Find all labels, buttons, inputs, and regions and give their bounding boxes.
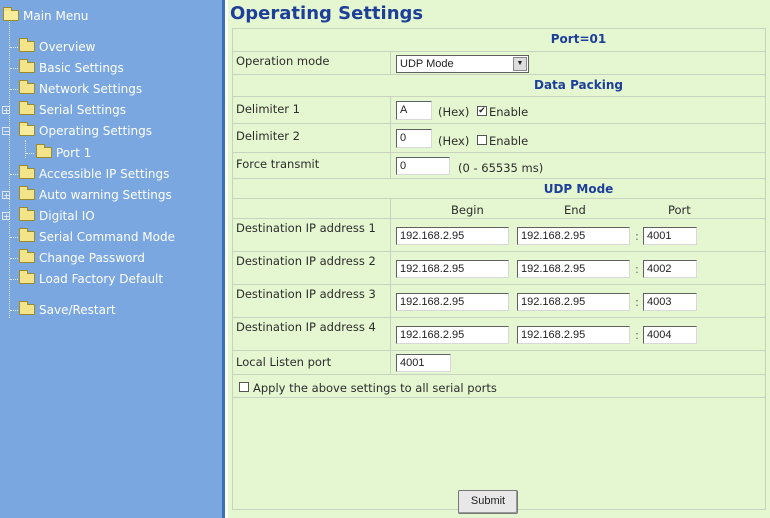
delimiter2-row: Delimiter 2 0 (Hex) Enable — [233, 123, 765, 152]
destination-label: Destination IP address 2 — [233, 252, 391, 284]
separator: : — [635, 229, 639, 243]
folder-icon — [36, 144, 52, 158]
folder-icon — [19, 186, 35, 200]
destination-end-input[interactable]: 192.168.2.95 — [517, 227, 630, 245]
local-listen-input[interactable]: 4001 — [396, 354, 451, 372]
expand-plus-icon[interactable]: + — [2, 212, 10, 221]
destination-port-input[interactable]: 4004 — [643, 326, 697, 344]
force-transmit-row: Force transmit 0 (0 - 65535 ms) — [233, 152, 765, 178]
expand-plus-icon[interactable]: + — [2, 191, 10, 200]
folder-open-icon — [19, 122, 35, 136]
folder-icon — [19, 249, 35, 263]
delimiter2-enable-label: Enable — [489, 134, 529, 148]
sidebar-item-digital-io[interactable]: Digital IO — [19, 206, 95, 226]
operation-mode-label: Operation mode — [233, 52, 391, 74]
submit-button[interactable]: Submit — [458, 490, 518, 514]
folder-icon — [19, 59, 35, 73]
settings-form: Port=01 Operation mode UDP Mode ▼ Data P… — [232, 28, 766, 510]
sidebar-item-overview[interactable]: Overview — [19, 37, 96, 57]
folder-icon — [19, 270, 35, 284]
local-listen-row: Local Listen port 4001 — [233, 350, 765, 374]
destination-label: Destination IP address 3 — [233, 285, 391, 317]
destination-begin-input[interactable]: 192.168.2.95 — [396, 227, 509, 245]
folder-icon — [19, 38, 35, 52]
local-listen-label: Local Listen port — [233, 351, 391, 374]
destination-begin-input[interactable]: 192.168.2.95 — [396, 293, 509, 311]
force-transmit-range: (0 - 65535 ms) — [458, 161, 544, 175]
destination-row-3: Destination IP address 3 192.168.2.95 19… — [233, 284, 765, 317]
udp-column-headers: Begin End Port — [233, 198, 765, 218]
delimiter1-input[interactable]: A — [396, 101, 432, 120]
operation-mode-row: Operation mode UDP Mode ▼ — [233, 51, 765, 74]
sidebar-item-port-1[interactable]: Port 1 — [36, 143, 91, 163]
sidebar-main-menu[interactable]: Main Menu — [3, 6, 88, 26]
page-title: Operating Settings — [230, 3, 424, 24]
sidebar-item-auto-warning-settings[interactable]: Auto warning Settings — [19, 185, 172, 205]
sidebar-item-network-settings[interactable]: Network Settings — [19, 79, 142, 99]
apply-all-row: Apply the above settings to all serial p… — [233, 374, 765, 398]
col-begin: Begin — [451, 203, 484, 217]
col-port: Port — [668, 203, 691, 217]
udp-mode-header: UDP Mode — [233, 178, 765, 198]
operation-mode-select[interactable]: UDP Mode ▼ — [396, 55, 529, 73]
destination-end-input[interactable]: 192.168.2.95 — [517, 293, 630, 311]
sidebar-menu: Main Menu Overview Basic Settings Networ… — [0, 0, 225, 518]
main-content: Operating Settings Port=01 Operation mod… — [228, 0, 770, 518]
folder-icon — [19, 228, 35, 242]
separator: : — [635, 262, 639, 276]
destination-label: Destination IP address 4 — [233, 318, 391, 350]
sidebar-item-operating-settings[interactable]: Operating Settings — [19, 121, 152, 141]
folder-icon — [19, 301, 35, 315]
destination-begin-input[interactable]: 192.168.2.95 — [396, 260, 509, 278]
delimiter2-label: Delimiter 2 — [233, 124, 391, 152]
dropdown-arrow-icon[interactable]: ▼ — [513, 57, 527, 71]
destination-port-input[interactable]: 4002 — [643, 260, 697, 278]
folder-icon — [19, 101, 35, 115]
folder-icon — [19, 80, 35, 94]
destination-end-input[interactable]: 192.168.2.95 — [517, 326, 630, 344]
delimiter1-row: Delimiter 1 A (Hex) ✔ Enable — [233, 96, 765, 123]
sidebar-item-accessible-ip-settings[interactable]: Accessible IP Settings — [19, 164, 169, 184]
delimiter2-enable-checkbox[interactable] — [477, 135, 487, 145]
folder-icon — [19, 165, 35, 179]
destination-end-input[interactable]: 192.168.2.95 — [517, 260, 630, 278]
destination-row-1: Destination IP address 1 192.168.2.95 19… — [233, 218, 765, 251]
destination-row-2: Destination IP address 2 192.168.2.95 19… — [233, 251, 765, 284]
destination-begin-input[interactable]: 192.168.2.95 — [396, 326, 509, 344]
separator: : — [635, 295, 639, 309]
delimiter1-hex-label: (Hex) — [438, 105, 470, 119]
port-header: Port=01 — [550, 32, 607, 46]
sidebar-item-load-factory-default[interactable]: Load Factory Default — [19, 269, 163, 289]
folder-icon — [19, 207, 35, 221]
sidebar-item-save-restart[interactable]: Save/Restart — [19, 300, 116, 320]
sidebar-item-basic-settings[interactable]: Basic Settings — [19, 58, 124, 78]
expand-plus-icon[interactable]: + — [2, 106, 10, 115]
destination-port-input[interactable]: 4001 — [643, 227, 697, 245]
sidebar-item-serial-settings[interactable]: Serial Settings — [19, 100, 126, 120]
destination-label: Destination IP address 1 — [233, 219, 391, 251]
sidebar-item-change-password[interactable]: Change Password — [19, 248, 145, 268]
destination-port-input[interactable]: 4003 — [643, 293, 697, 311]
collapse-minus-icon[interactable]: − — [2, 127, 10, 136]
delimiter1-label: Delimiter 1 — [233, 97, 391, 123]
destination-row-4: Destination IP address 4 192.168.2.95 19… — [233, 317, 765, 350]
sidebar-item-serial-command-mode[interactable]: Serial Command Mode — [19, 227, 175, 247]
data-packing-header: Data Packing — [233, 74, 765, 96]
apply-all-label: Apply the above settings to all serial p… — [253, 381, 497, 395]
delimiter1-enable-checkbox[interactable]: ✔ — [477, 106, 487, 116]
delimiter2-hex-label: (Hex) — [438, 134, 470, 148]
separator: : — [635, 328, 639, 342]
force-transmit-label: Force transmit — [233, 153, 391, 178]
col-end: End — [564, 203, 586, 217]
apply-all-checkbox[interactable] — [239, 382, 249, 392]
folder-open-icon — [3, 7, 19, 21]
force-transmit-input[interactable]: 0 — [396, 157, 450, 175]
delimiter1-enable-label: Enable — [489, 105, 529, 119]
delimiter2-input[interactable]: 0 — [396, 129, 432, 148]
